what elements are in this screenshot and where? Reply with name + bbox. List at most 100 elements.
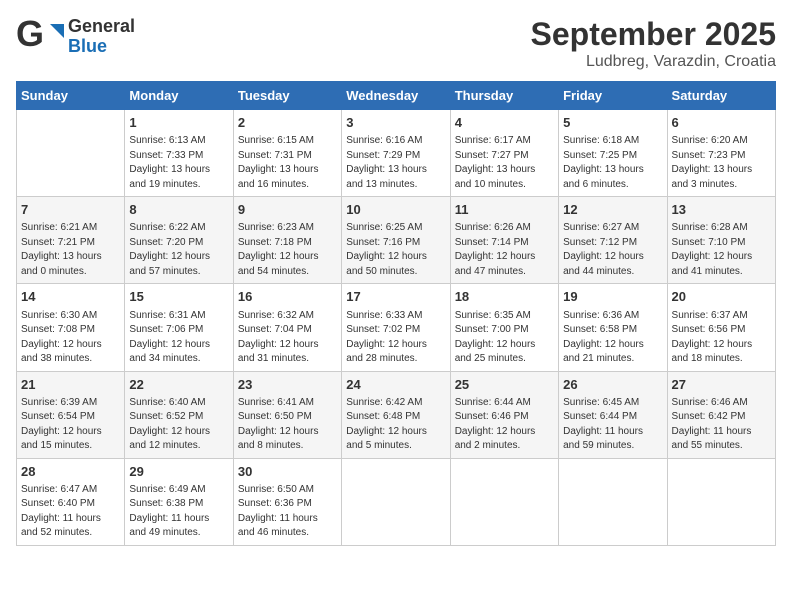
day-info: Sunrise: 6:18 AMSunset: 7:25 PMDaylight:… — [563, 134, 662, 192]
calendar-week-4: 21 Sunrise: 6:39 AMSunset: 6:54 PMDayligh… — [17, 371, 776, 458]
calendar-cell: 8 Sunrise: 6:22 AMSunset: 7:20 PMDaylight… — [125, 197, 233, 284]
day-number: 12 — [563, 201, 662, 219]
day-number: 20 — [672, 288, 771, 306]
day-info: Sunrise: 6:37 AMSunset: 6:56 PMDaylight:… — [672, 309, 771, 367]
location-title: Ludbreg, Varazdin, Croatia — [531, 53, 776, 71]
header: G General Blue September 2025 Ludbreg, V… — [16, 16, 776, 71]
day-number: 28 — [21, 463, 120, 481]
day-number: 23 — [238, 376, 337, 394]
title-area: September 2025 Ludbreg, Varazdin, Croati… — [531, 16, 776, 71]
day-number: 26 — [563, 376, 662, 394]
day-number: 19 — [563, 288, 662, 306]
day-info: Sunrise: 6:22 AMSunset: 7:20 PMDaylight:… — [129, 221, 228, 279]
calendar-body: 1Sunrise: 6:13 AMSunset: 7:33 PMDaylight… — [17, 110, 776, 546]
day-number: 11 — [455, 201, 554, 219]
calendar-cell: 11 Sunrise: 6:26 AMSunset: 7:14 PMDayligh… — [450, 197, 558, 284]
day-number: 6 — [672, 114, 771, 132]
calendar-cell: 4Sunrise: 6:17 AMSunset: 7:27 PMDaylight… — [450, 110, 558, 197]
calendar-cell: 28 Sunrise: 6:47 AMSunset: 6:40 PMDayligh… — [17, 458, 125, 545]
day-number: 14 — [21, 288, 120, 306]
day-number: 22 — [129, 376, 228, 394]
day-info: Sunrise: 6:32 AMSunset: 7:04 PMDaylight:… — [238, 309, 337, 367]
calendar-cell: 25Sunrise: 6:44 AMSunset: 6:46 PMDayligh… — [450, 371, 558, 458]
header-cell-thursday: Thursday — [450, 82, 558, 110]
calendar-cell: 12 Sunrise: 6:27 AMSunset: 7:12 PMDayligh… — [559, 197, 667, 284]
header-cell-wednesday: Wednesday — [342, 82, 450, 110]
day-number: 13 — [672, 201, 771, 219]
calendar-week-5: 28 Sunrise: 6:47 AMSunset: 6:40 PMDayligh… — [17, 458, 776, 545]
header-cell-monday: Monday — [125, 82, 233, 110]
calendar-cell: 3Sunrise: 6:16 AMSunset: 7:29 PMDaylight… — [342, 110, 450, 197]
day-number: 29 — [129, 463, 228, 481]
day-number: 7 — [21, 201, 120, 219]
day-info: Sunrise: 6:31 AMSunset: 7:06 PMDaylight:… — [129, 309, 228, 367]
day-info: Sunrise: 6:50 AMSunset: 6:36 PMDaylight:… — [238, 483, 337, 541]
header-cell-sunday: Sunday — [17, 82, 125, 110]
day-info: Sunrise: 6:46 AMSunset: 6:42 PMDaylight:… — [672, 396, 771, 454]
day-info: Sunrise: 6:26 AMSunset: 7:14 PMDaylight:… — [455, 221, 554, 279]
calendar-cell: 1Sunrise: 6:13 AMSunset: 7:33 PMDaylight… — [125, 110, 233, 197]
calendar-cell: 2Sunrise: 6:15 AMSunset: 7:31 PMDaylight… — [233, 110, 341, 197]
day-info: Sunrise: 6:15 AMSunset: 7:31 PMDaylight:… — [238, 134, 337, 192]
calendar-cell: 24Sunrise: 6:42 AMSunset: 6:48 PMDayligh… — [342, 371, 450, 458]
day-number: 5 — [563, 114, 662, 132]
calendar-cell: 10 Sunrise: 6:25 AMSunset: 7:16 PMDayligh… — [342, 197, 450, 284]
day-info: Sunrise: 6:16 AMSunset: 7:29 PMDaylight:… — [346, 134, 445, 192]
calendar-cell: 20 Sunrise: 6:37 AMSunset: 6:56 PMDayligh… — [667, 284, 775, 371]
calendar-cell: 7 Sunrise: 6:21 AMSunset: 7:21 PMDaylight… — [17, 197, 125, 284]
calendar-cell: 23 Sunrise: 6:41 AMSunset: 6:50 PMDayligh… — [233, 371, 341, 458]
svg-text:G: G — [16, 16, 44, 54]
calendar-cell: 9Sunrise: 6:23 AMSunset: 7:18 PMDaylight… — [233, 197, 341, 284]
calendar-header-row: SundayMondayTuesdayWednesdayThursdayFrid… — [17, 82, 776, 110]
calendar-cell: 29Sunrise: 6:49 AMSunset: 6:38 PMDayligh… — [125, 458, 233, 545]
day-info: Sunrise: 6:25 AMSunset: 7:16 PMDaylight:… — [346, 221, 445, 279]
day-info: Sunrise: 6:28 AMSunset: 7:10 PMDaylight:… — [672, 221, 771, 279]
day-number: 9 — [238, 201, 337, 219]
logo: G General Blue — [16, 16, 135, 58]
day-info: Sunrise: 6:47 AMSunset: 6:40 PMDaylight:… — [21, 483, 120, 541]
header-cell-saturday: Saturday — [667, 82, 775, 110]
calendar-cell — [667, 458, 775, 545]
calendar-cell: 5 Sunrise: 6:18 AMSunset: 7:25 PMDaylight… — [559, 110, 667, 197]
calendar-table: SundayMondayTuesdayWednesdayThursdayFrid… — [16, 81, 776, 546]
calendar-cell — [450, 458, 558, 545]
calendar-cell: 27 Sunrise: 6:46 AMSunset: 6:42 PMDayligh… — [667, 371, 775, 458]
calendar-cell: 6Sunrise: 6:20 AMSunset: 7:23 PMDaylight… — [667, 110, 775, 197]
day-info: Sunrise: 6:17 AMSunset: 7:27 PMDaylight:… — [455, 134, 554, 192]
calendar-cell — [559, 458, 667, 545]
day-info: Sunrise: 6:33 AMSunset: 7:02 PMDaylight:… — [346, 309, 445, 367]
day-info: Sunrise: 6:40 AMSunset: 6:52 PMDaylight:… — [129, 396, 228, 454]
day-number: 17 — [346, 288, 445, 306]
calendar-cell: 14Sunrise: 6:30 AMSunset: 7:08 PMDayligh… — [17, 284, 125, 371]
day-info: Sunrise: 6:36 AMSunset: 6:58 PMDaylight:… — [563, 309, 662, 367]
day-info: Sunrise: 6:39 AMSunset: 6:54 PMDaylight:… — [21, 396, 120, 454]
day-number: 21 — [21, 376, 120, 394]
calendar-week-1: 1Sunrise: 6:13 AMSunset: 7:33 PMDaylight… — [17, 110, 776, 197]
day-number: 8 — [129, 201, 228, 219]
logo-general: General — [68, 17, 135, 37]
day-info: Sunrise: 6:13 AMSunset: 7:33 PMDaylight:… — [129, 134, 228, 192]
calendar-cell — [342, 458, 450, 545]
month-title: September 2025 — [531, 16, 776, 53]
day-info: Sunrise: 6:35 AMSunset: 7:00 PMDaylight:… — [455, 309, 554, 367]
calendar-cell — [17, 110, 125, 197]
day-info: Sunrise: 6:44 AMSunset: 6:46 PMDaylight:… — [455, 396, 554, 454]
calendar-week-3: 14Sunrise: 6:30 AMSunset: 7:08 PMDayligh… — [17, 284, 776, 371]
day-info: Sunrise: 6:45 AMSunset: 6:44 PMDaylight:… — [563, 396, 662, 454]
day-info: Sunrise: 6:27 AMSunset: 7:12 PMDaylight:… — [563, 221, 662, 279]
calendar-cell: 18Sunrise: 6:35 AMSunset: 7:00 PMDayligh… — [450, 284, 558, 371]
header-cell-friday: Friday — [559, 82, 667, 110]
day-info: Sunrise: 6:21 AMSunset: 7:21 PMDaylight:… — [21, 221, 120, 279]
day-info: Sunrise: 6:41 AMSunset: 6:50 PMDaylight:… — [238, 396, 337, 454]
day-number: 16 — [238, 288, 337, 306]
calendar-cell: 30 Sunrise: 6:50 AMSunset: 6:36 PMDayligh… — [233, 458, 341, 545]
header-cell-tuesday: Tuesday — [233, 82, 341, 110]
day-number: 24 — [346, 376, 445, 394]
calendar-cell: 26 Sunrise: 6:45 AMSunset: 6:44 PMDayligh… — [559, 371, 667, 458]
logo-blue: Blue — [68, 37, 135, 57]
calendar-cell: 21 Sunrise: 6:39 AMSunset: 6:54 PMDayligh… — [17, 371, 125, 458]
calendar-cell: 17 Sunrise: 6:33 AMSunset: 7:02 PMDayligh… — [342, 284, 450, 371]
day-number: 30 — [238, 463, 337, 481]
day-number: 10 — [346, 201, 445, 219]
day-number: 27 — [672, 376, 771, 394]
